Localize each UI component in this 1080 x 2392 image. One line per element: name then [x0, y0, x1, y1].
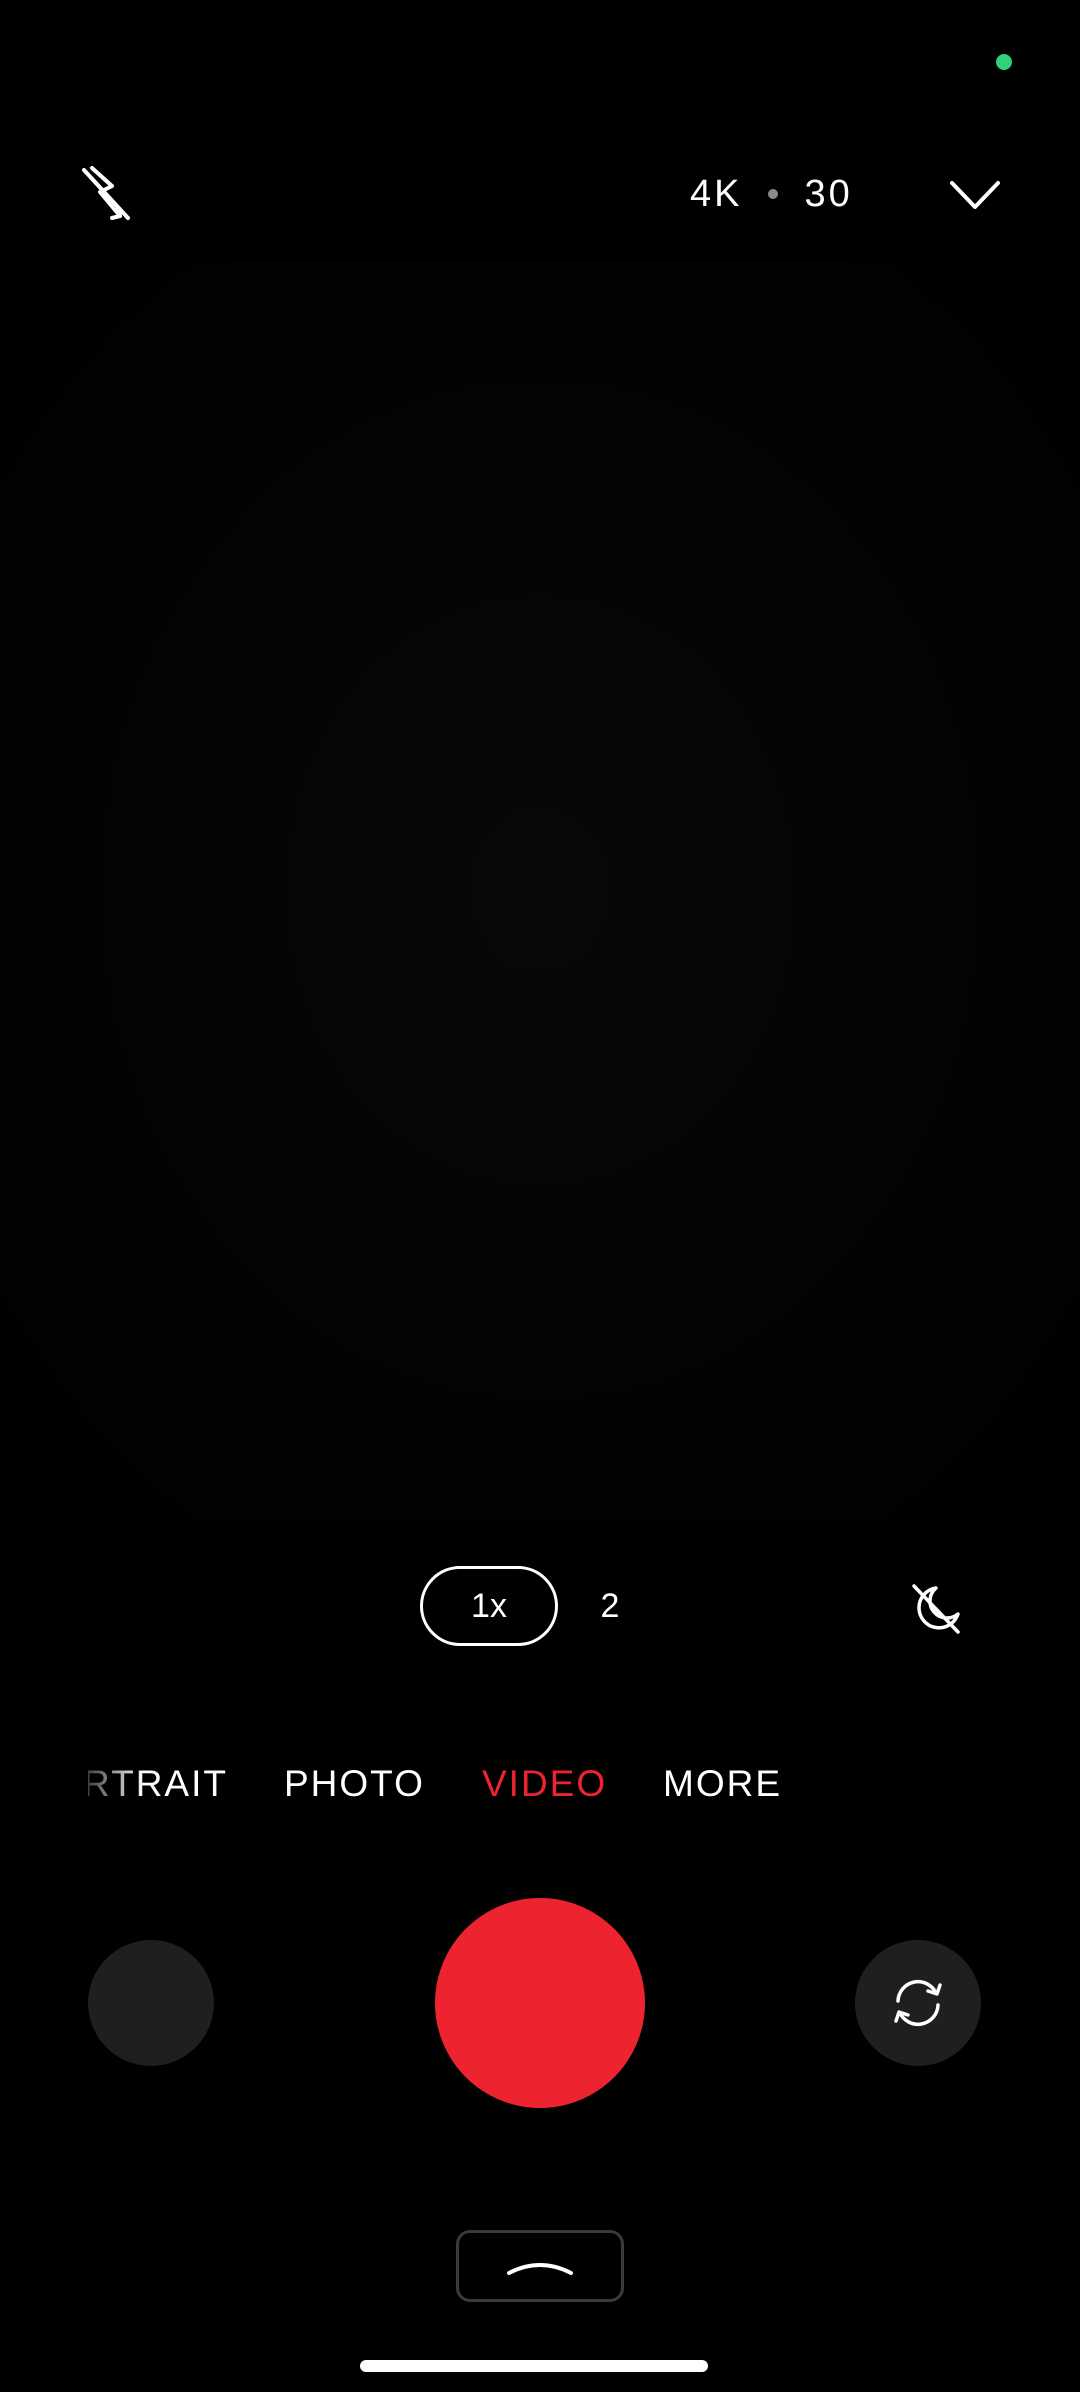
- night-mode-toggle[interactable]: [900, 1572, 972, 1644]
- mode-video[interactable]: VIDEO: [482, 1752, 607, 1816]
- camera-in-use-indicator: [996, 54, 1012, 70]
- expand-panel-button[interactable]: [456, 2230, 624, 2302]
- mode-more[interactable]: MORE: [663, 1752, 782, 1816]
- mode-portrait[interactable]: PORTRAIT: [88, 1752, 228, 1816]
- mode-photo[interactable]: PHOTO: [284, 1752, 425, 1816]
- camera-mode-selector: PORTRAIT PHOTO VIDEO MORE: [0, 1752, 1080, 1816]
- switch-camera-icon: [894, 1979, 942, 2027]
- flash-off-button[interactable]: [72, 160, 140, 228]
- night-mode-off-icon: [912, 1584, 960, 1634]
- chevron-up-icon: [507, 2263, 573, 2275]
- mode-portrait-label: PORTRAIT: [88, 1763, 228, 1804]
- zoom-1x-button[interactable]: 1x: [420, 1566, 558, 1646]
- home-indicator[interactable]: [360, 2360, 708, 2372]
- zoom-1x-label: 1x: [471, 1586, 507, 1625]
- fps-label: 30: [804, 172, 853, 215]
- separator-dot: [768, 189, 779, 199]
- record-button[interactable]: [435, 1898, 645, 2108]
- zoom-2x-button[interactable]: 2: [590, 1566, 630, 1646]
- gallery-thumbnail-button[interactable]: [88, 1940, 214, 2066]
- switch-camera-button[interactable]: [855, 1940, 981, 2066]
- more-settings-button[interactable]: [940, 160, 1010, 230]
- chevron-down-icon: [950, 181, 1000, 209]
- camera-viewfinder[interactable]: [0, 260, 1080, 1520]
- zoom-2x-label: 2: [600, 1586, 620, 1625]
- resolution-label: 4K: [690, 172, 743, 215]
- flash-off-icon: [82, 166, 130, 220]
- video-format-selector[interactable]: 4K 30: [690, 166, 853, 222]
